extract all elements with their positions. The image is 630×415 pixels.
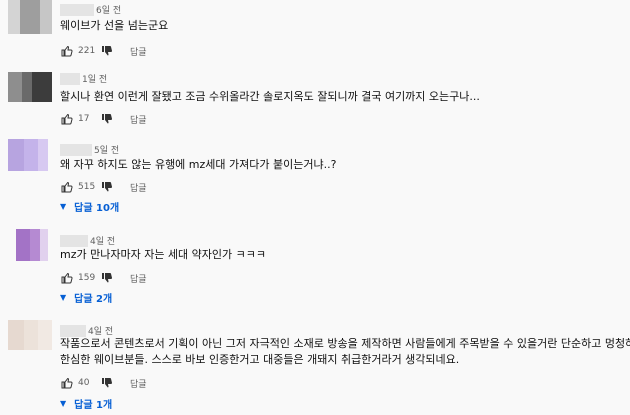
thumb-down-icon[interactable] bbox=[100, 180, 114, 194]
comment-time[interactable]: 4일 전 bbox=[90, 234, 115, 247]
reply-button[interactable]: 답글 bbox=[130, 113, 147, 126]
comment-text: 할시나 환연 이런게 잘됐고 조금 수위올라간 솔로지옥도 잘되니까 결국 여기… bbox=[60, 89, 480, 105]
comment-text: 웨이브가 선을 넘는군요 bbox=[60, 18, 168, 34]
chevron-down-icon: ▼ bbox=[60, 202, 67, 211]
comment-text-line: 작품으로서 콘텐츠로서 기획이 아닌 그저 자극적인 소재로 방송을 제작하면 … bbox=[60, 337, 630, 350]
like-count: 17 bbox=[78, 114, 90, 124]
avatar[interactable] bbox=[8, 320, 52, 350]
thumb-up-icon[interactable] bbox=[60, 112, 74, 126]
like-count: 515 bbox=[78, 182, 96, 192]
comment-time[interactable]: 5일 전 bbox=[94, 143, 119, 156]
reply-button[interactable]: 답글 bbox=[130, 377, 147, 390]
author-name-redacted[interactable] bbox=[60, 234, 88, 247]
avatar[interactable] bbox=[8, 139, 48, 171]
reply-button[interactable]: 답글 bbox=[130, 181, 147, 194]
view-replies-button[interactable]: ▼ 답글 10개 bbox=[60, 199, 119, 214]
thumb-up-icon[interactable] bbox=[60, 271, 74, 285]
comment-text: 왜 자꾸 하지도 않는 유행에 mz세대 가져다가 붙이는거냐..? bbox=[60, 157, 336, 173]
author-name-redacted[interactable] bbox=[60, 324, 86, 337]
comment-time[interactable]: 6일 전 bbox=[96, 3, 121, 16]
comment-text-line: 할시나 환연 이런게 잘됐고 조금 수위올라간 솔로지옥도 잘되니까 결국 여기… bbox=[60, 90, 480, 103]
thumb-down-icon[interactable] bbox=[100, 112, 114, 126]
comment-time[interactable]: 1일 전 bbox=[82, 72, 107, 85]
like-count: 221 bbox=[78, 46, 96, 56]
comment-text-line: mz가 만나자마자 자는 세대 약자인가 ㅋㅋㅋ bbox=[60, 248, 267, 261]
avatar[interactable] bbox=[8, 0, 52, 34]
comment-text-line: 왜 자꾸 하지도 않는 유행에 mz세대 가져다가 붙이는거냐..? bbox=[60, 158, 337, 171]
replies-label: 답글 2개 bbox=[74, 294, 113, 305]
thumb-up-icon[interactable] bbox=[60, 180, 74, 194]
thumb-down-icon[interactable] bbox=[100, 271, 114, 285]
comment-text: 작품으로서 콘텐츠로서 기획이 아닌 그저 자극적인 소재로 방송을 제작하면 … bbox=[60, 336, 630, 368]
reply-button[interactable]: 답글 bbox=[130, 45, 147, 58]
thumb-down-icon[interactable] bbox=[100, 44, 114, 58]
thumb-up-icon[interactable] bbox=[60, 376, 74, 390]
author-name-redacted[interactable] bbox=[60, 72, 80, 85]
chevron-down-icon: ▼ bbox=[60, 293, 67, 302]
view-replies-button[interactable]: ▼ 답글 1개 bbox=[60, 396, 112, 411]
view-replies-button[interactable]: ▼ 답글 2개 bbox=[60, 290, 112, 305]
replies-label: 답글 10개 bbox=[74, 203, 120, 214]
like-count: 159 bbox=[78, 273, 96, 283]
thumb-down-icon[interactable] bbox=[100, 376, 114, 390]
chevron-down-icon: ▼ bbox=[60, 399, 67, 408]
author-name-redacted[interactable] bbox=[60, 3, 94, 16]
avatar[interactable] bbox=[8, 72, 52, 102]
thumb-up-icon[interactable] bbox=[60, 44, 74, 58]
like-count: 40 bbox=[78, 378, 90, 388]
comment-text: mz가 만나자마자 자는 세대 약자인가 ㅋㅋㅋ bbox=[60, 247, 266, 263]
replies-label: 답글 1개 bbox=[74, 400, 113, 411]
avatar[interactable] bbox=[16, 229, 48, 261]
comment-text-line: 한심한 웨이브분들. 스스로 바보 인증한거고 대중들은 개돼지 취급한거라거 … bbox=[60, 353, 460, 366]
comment-text-line: 웨이브가 선을 넘는군요 bbox=[60, 19, 169, 32]
reply-button[interactable]: 답글 bbox=[130, 272, 147, 285]
author-name-redacted[interactable] bbox=[60, 143, 92, 156]
